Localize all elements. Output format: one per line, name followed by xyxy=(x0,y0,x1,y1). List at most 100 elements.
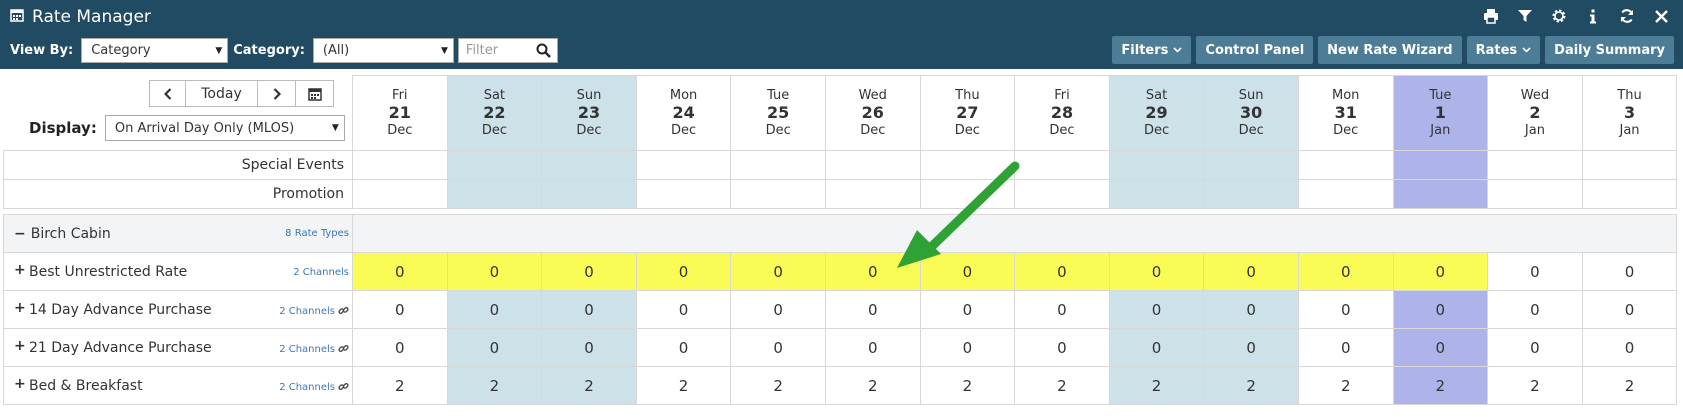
rate-value-cell[interactable]: 0 xyxy=(446,290,543,329)
event-cell[interactable] xyxy=(446,150,543,180)
print-icon[interactable] xyxy=(1481,6,1501,26)
date-picker-button[interactable] xyxy=(295,80,334,107)
rate-value-cell[interactable]: 0 xyxy=(730,290,826,329)
filter-icon[interactable] xyxy=(1515,6,1535,26)
rate-value-cell[interactable]: 0 xyxy=(919,328,1016,367)
expand-icon[interactable]: + xyxy=(14,338,26,354)
rate-value-cell[interactable]: 0 xyxy=(352,328,448,367)
rate-value-cell[interactable]: 0 xyxy=(1014,290,1110,329)
rate-value-cell[interactable]: 2 xyxy=(1487,366,1583,405)
event-cell[interactable] xyxy=(919,179,1016,209)
close-icon[interactable] xyxy=(1651,6,1671,26)
rate-value-cell[interactable]: 0 xyxy=(541,252,637,291)
rate-value-cell[interactable]: 0 xyxy=(1487,328,1583,367)
rate-value-cell[interactable]: 0 xyxy=(635,252,732,291)
event-cell[interactable] xyxy=(635,150,732,180)
event-cell[interactable] xyxy=(1203,150,1299,180)
event-cell[interactable] xyxy=(1108,179,1205,209)
event-cell[interactable] xyxy=(352,179,448,209)
view-by-select[interactable]: Category ▼ xyxy=(81,37,229,63)
event-cell[interactable] xyxy=(446,179,543,209)
rate-value-cell[interactable]: 0 xyxy=(1014,328,1110,367)
event-cell[interactable] xyxy=(1487,179,1583,209)
event-cell[interactable] xyxy=(541,179,637,209)
rate-value-cell[interactable]: 0 xyxy=(1297,328,1394,367)
rate-value-cell[interactable]: 0 xyxy=(446,252,543,291)
rate-value-cell[interactable]: 0 xyxy=(1297,252,1394,291)
rate-types-link[interactable]: 8 Rate Types xyxy=(285,228,349,239)
event-cell[interactable] xyxy=(1392,150,1489,180)
event-cell[interactable] xyxy=(1108,150,1205,180)
rate-value-cell[interactable]: 0 xyxy=(1203,252,1299,291)
info-icon[interactable] xyxy=(1583,6,1603,26)
event-cell[interactable] xyxy=(1487,150,1583,180)
control-panel-button[interactable]: Control Panel xyxy=(1196,36,1314,64)
channels-link[interactable]: 2 Channels xyxy=(279,381,349,393)
rate-value-cell[interactable]: 0 xyxy=(446,328,543,367)
section-header[interactable]: − Birch Cabin 8 Rate Types xyxy=(3,214,353,253)
event-cell[interactable] xyxy=(541,150,637,180)
rate-value-cell[interactable]: 0 xyxy=(1108,290,1205,329)
event-cell[interactable] xyxy=(1392,179,1489,209)
rate-value-cell[interactable]: 0 xyxy=(1392,328,1489,367)
rate-value-cell[interactable]: 2 xyxy=(919,366,1016,405)
event-cell[interactable] xyxy=(824,150,921,180)
event-cell[interactable] xyxy=(1297,150,1394,180)
category-select[interactable]: (All) ▼ xyxy=(312,37,454,63)
rate-value-cell[interactable]: 0 xyxy=(1203,290,1299,329)
rate-value-cell[interactable]: 0 xyxy=(1108,252,1205,291)
event-cell[interactable] xyxy=(1014,150,1110,180)
rate-value-cell[interactable]: 0 xyxy=(352,290,448,329)
rate-value-cell[interactable]: 2 xyxy=(352,366,448,405)
rate-value-cell[interactable]: 2 xyxy=(824,366,921,405)
rate-value-cell[interactable]: 2 xyxy=(635,366,732,405)
collapse-icon[interactable]: − xyxy=(14,226,26,242)
rate-value-cell[interactable]: 0 xyxy=(1108,328,1205,367)
event-cell[interactable] xyxy=(1297,179,1394,209)
rate-value-cell[interactable]: 2 xyxy=(1108,366,1205,405)
event-cell[interactable] xyxy=(919,150,1016,180)
event-cell[interactable] xyxy=(352,150,448,180)
event-cell[interactable] xyxy=(1203,179,1299,209)
daily-summary-button[interactable]: Daily Summary xyxy=(1545,36,1674,64)
rate-value-cell[interactable]: 0 xyxy=(824,328,921,367)
event-cell[interactable] xyxy=(824,179,921,209)
rate-value-cell[interactable]: 2 xyxy=(730,366,826,405)
event-cell[interactable] xyxy=(730,179,826,209)
rate-value-cell[interactable]: 0 xyxy=(541,328,637,367)
refresh-icon[interactable] xyxy=(1617,6,1637,26)
channels-link[interactable]: 2 Channels xyxy=(279,305,349,317)
rate-value-cell[interactable]: 0 xyxy=(824,290,921,329)
filter-input[interactable]: Filter xyxy=(457,37,558,63)
rate-value-cell[interactable]: 0 xyxy=(635,328,732,367)
rate-value-cell[interactable]: 0 xyxy=(1581,252,1678,291)
rate-value-cell[interactable]: 0 xyxy=(1581,328,1678,367)
rate-value-cell[interactable]: 0 xyxy=(1297,290,1394,329)
display-select[interactable]: On Arrival Day Only (MLOS) ▼ xyxy=(104,115,345,141)
rate-value-cell[interactable]: 0 xyxy=(824,252,921,291)
expand-icon[interactable]: + xyxy=(14,376,26,392)
rate-value-cell[interactable]: 2 xyxy=(541,366,637,405)
prev-date-button[interactable] xyxy=(149,80,186,107)
rate-value-cell[interactable]: 0 xyxy=(1487,290,1583,329)
event-cell[interactable] xyxy=(1014,179,1110,209)
today-button[interactable]: Today xyxy=(185,80,258,107)
expand-icon[interactable]: + xyxy=(14,262,26,278)
channels-link[interactable]: 2 Channels xyxy=(279,343,349,355)
rate-value-cell[interactable]: 0 xyxy=(730,252,826,291)
event-cell[interactable] xyxy=(635,179,732,209)
event-cell[interactable] xyxy=(1581,179,1678,209)
rate-value-cell[interactable]: 2 xyxy=(1203,366,1299,405)
rate-value-cell[interactable]: 0 xyxy=(730,328,826,367)
expand-icon[interactable]: + xyxy=(14,300,26,316)
rate-value-cell[interactable]: 0 xyxy=(635,290,732,329)
rate-value-cell[interactable]: 0 xyxy=(352,252,448,291)
rate-value-cell[interactable]: 2 xyxy=(1392,366,1489,405)
rate-value-cell[interactable]: 2 xyxy=(1014,366,1110,405)
rate-value-cell[interactable]: 0 xyxy=(1392,252,1489,291)
rate-value-cell[interactable]: 0 xyxy=(1487,252,1583,291)
event-cell[interactable] xyxy=(1581,150,1678,180)
rate-value-cell[interactable]: 0 xyxy=(1014,252,1110,291)
new-rate-wizard-button[interactable]: New Rate Wizard xyxy=(1318,36,1462,64)
rate-value-cell[interactable]: 2 xyxy=(1297,366,1394,405)
